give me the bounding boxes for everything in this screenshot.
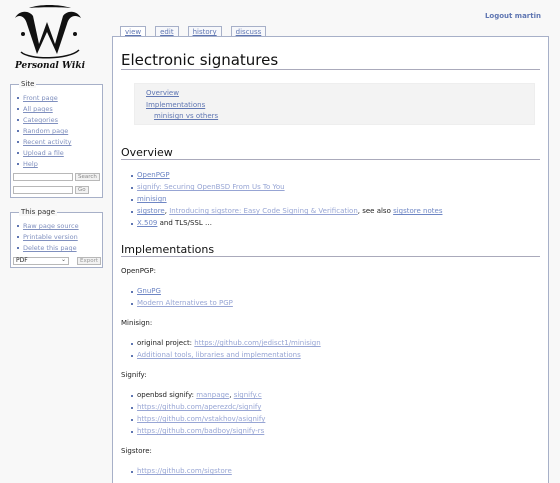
list-item: OpenPGP	[131, 171, 170, 180]
sigstore-notes-link[interactable]: sigstore notes	[393, 207, 442, 215]
all-pages-link[interactable]: All pages	[23, 105, 53, 113]
openpgp-link[interactable]: OpenPGP	[137, 171, 170, 179]
toc-minisign-vs-others-link[interactable]: minisign vs others	[154, 112, 218, 120]
logout-link[interactable]: Logout martin	[485, 12, 541, 20]
sigstore-link[interactable]: sigstore	[137, 207, 165, 215]
list-item: Modern Alternatives to PGP	[131, 299, 233, 308]
go-row: Go	[13, 186, 89, 194]
sigstore-repo-link[interactable]: https://github.com/sigstore	[137, 467, 232, 475]
search-input[interactable]	[13, 173, 73, 181]
list-item: https://github.com/sigstore	[131, 467, 232, 476]
implementations-divider	[121, 256, 540, 257]
this-page-portlet: This page Raw page source Printable vers…	[10, 208, 103, 268]
list-item: https://github.com/aperezdc/signify	[130, 403, 261, 412]
openbsd-signify-text: openbsd signify:	[137, 391, 197, 399]
list-item: GnuPG	[131, 287, 161, 296]
tab-discuss[interactable]: discuss	[230, 26, 267, 36]
toc-overview-link[interactable]: Overview	[146, 89, 179, 97]
go-button[interactable]: Go	[75, 186, 89, 194]
help-link[interactable]: Help	[23, 160, 38, 168]
search-row: Search	[13, 173, 100, 181]
signify-rs-link[interactable]: https://github.com/badboy/signify-rs	[137, 427, 264, 435]
search-button[interactable]: Search	[75, 173, 100, 181]
tab-view-label: view	[125, 28, 142, 36]
list-item: Additional tools, libraries and implemen…	[131, 351, 301, 360]
overview-heading: Overview	[121, 146, 173, 159]
title-divider	[121, 69, 540, 70]
tab-edit-label: edit	[160, 28, 174, 36]
implementations-heading: Implementations	[121, 243, 215, 256]
gnupg-link[interactable]: GnuPG	[137, 287, 161, 295]
asignify-link[interactable]: https://github.com/vstakhov/asignify	[137, 415, 265, 423]
categories-link[interactable]: Categories	[23, 116, 58, 124]
toc-implementations-link[interactable]: Implementations	[146, 101, 205, 109]
upload-file-link[interactable]: Upload a file	[23, 149, 64, 157]
random-page-link[interactable]: Random page	[23, 127, 68, 135]
minisign-tools-link[interactable]: Additional tools, libraries and implemen…	[137, 351, 301, 359]
page-tabs: view edit history discuss	[120, 26, 267, 37]
logo-text: Personal Wiki	[14, 61, 86, 71]
sidebar-item-categories: Categories	[17, 115, 102, 126]
sidebar-item-delete: Delete this page	[17, 243, 102, 254]
export-format-select[interactable]: PDF	[13, 257, 69, 265]
list-item: X.509 and TLS/SSL …	[131, 219, 212, 228]
pgp-alternatives-link[interactable]: Modern Alternatives to PGP	[137, 299, 233, 307]
openpgp-label: OpenPGP:	[121, 267, 156, 275]
sidebar-item-printable: Printable version	[17, 232, 102, 243]
sigstore-intro-link[interactable]: Introducing sigstore: Easy Code Signing …	[169, 207, 358, 215]
table-of-contents: Overview Implementations minisign vs oth…	[134, 83, 535, 125]
tab-history-label: history	[192, 28, 217, 36]
front-page-link[interactable]: Front page	[23, 94, 58, 102]
sigstore-label: Sigstore:	[121, 447, 152, 455]
tab-edit[interactable]: edit	[155, 26, 179, 36]
sidebar-item-front-page: Front page	[17, 93, 102, 104]
list-item: https://github.com/vstakhov/asignify	[130, 415, 265, 424]
list-item: https://github.com/badboy/signify-rs	[130, 427, 264, 436]
export-button[interactable]: Export	[77, 257, 102, 265]
list-item: minisign	[131, 195, 167, 204]
list-item: original project: https://github.com/jed…	[131, 339, 321, 348]
sidebar-item-all-pages: All pages	[17, 104, 102, 115]
signify-label: Signify:	[121, 371, 147, 379]
aperezdc-signify-link[interactable]: https://github.com/aperezdc/signify	[137, 403, 261, 411]
printable-version-link[interactable]: Printable version	[23, 233, 78, 241]
content-area: Electronic signatures Overview Implement…	[112, 36, 549, 483]
tls-text: and TLS/SSL …	[157, 219, 212, 227]
x509-link[interactable]: X.509	[137, 219, 157, 227]
this-page-portlet-title: This page	[19, 208, 58, 216]
minisign-link[interactable]: minisign	[137, 195, 167, 203]
sidebar-item-help: Help	[17, 159, 102, 170]
userbar: Logout martin	[485, 12, 541, 20]
sidebar-item-raw-source: Raw page source	[17, 221, 102, 232]
list-item: signify: Securing OpenBSD From Us To You	[131, 183, 285, 192]
original-project-text: original project:	[137, 339, 195, 347]
see-also-text: , see also	[357, 207, 394, 215]
export-row: PDF Export	[13, 257, 102, 265]
list-item: sigstore, Introducing sigstore: Easy Cod…	[130, 207, 442, 216]
tab-discuss-label: discuss	[235, 28, 262, 36]
overview-divider	[121, 159, 540, 160]
sidebar-item-random-page: Random page	[17, 126, 102, 137]
signify-talk-link[interactable]: signify: Securing OpenBSD From Us To You	[137, 183, 285, 191]
list-item: openbsd signify: manpage, signify.c	[131, 391, 262, 400]
sidebar-item-upload: Upload a file	[17, 148, 102, 159]
site-portlet-title: Site	[19, 80, 37, 88]
wiki-logo[interactable]: Personal Wiki	[9, 4, 91, 72]
page-title: Electronic signatures	[121, 51, 279, 69]
tab-history[interactable]: history	[187, 26, 222, 36]
minisign-repo-link[interactable]: https://github.com/jedisct1/minisign	[194, 339, 320, 347]
minisign-label: Minisign:	[121, 319, 153, 327]
go-input[interactable]	[13, 186, 73, 194]
delete-page-link[interactable]: Delete this page	[23, 244, 77, 252]
sidebar-item-recent-activity: Recent activity	[17, 137, 102, 148]
site-portlet: Site Front page All pages Categories Ran…	[10, 80, 103, 198]
manpage-link[interactable]: manpage	[196, 391, 229, 399]
recent-activity-link[interactable]: Recent activity	[23, 138, 72, 146]
signify-c-link[interactable]: signify.c	[234, 391, 262, 399]
raw-source-link[interactable]: Raw page source	[23, 222, 79, 230]
